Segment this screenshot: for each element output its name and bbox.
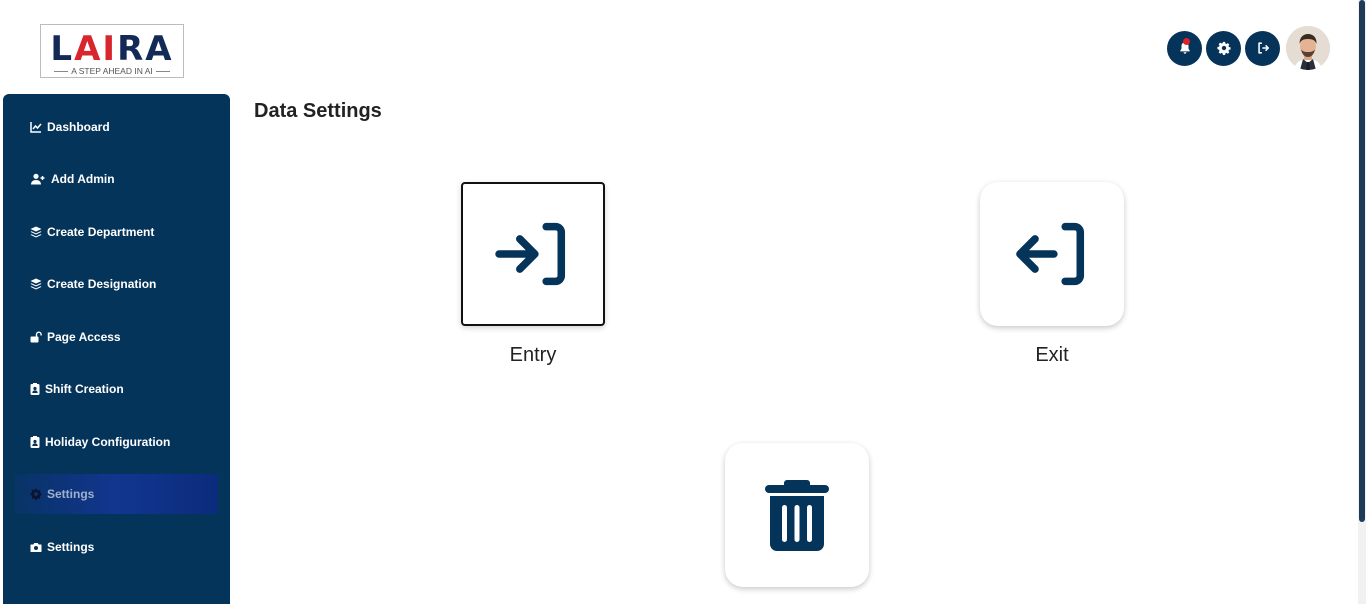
- logo-tagline: A STEP AHEAD IN AI: [41, 66, 183, 77]
- delete-tile-button[interactable]: [725, 443, 869, 587]
- page: LAIRA A STEP AHEAD IN AI Dashboard Add A…: [0, 0, 1366, 604]
- logout-button[interactable]: [1245, 30, 1280, 66]
- sidebar-item-dashboard[interactable]: Dashboard: [15, 107, 218, 147]
- sidebar-item-create-department[interactable]: Create Department: [15, 212, 218, 252]
- settings-button[interactable]: [1206, 30, 1241, 66]
- gear-icon: [30, 488, 42, 500]
- logout-icon: [1257, 42, 1269, 54]
- sidebar-item-label: Settings: [47, 487, 95, 501]
- sidebar-item-label: Page Access: [47, 330, 121, 344]
- sidebar-item-page-access[interactable]: Page Access: [15, 317, 218, 357]
- page-title: Data Settings: [254, 100, 382, 122]
- entry-label: Entry: [509, 344, 557, 366]
- chart-line-icon: [30, 122, 42, 133]
- user-plus-icon: [31, 173, 45, 185]
- sidebar-item-add-admin[interactable]: Add Admin: [15, 159, 218, 199]
- id-badge-icon: [30, 436, 40, 448]
- id-badge-icon: [30, 383, 40, 395]
- page-scrollbar[interactable]: [1358, 0, 1366, 604]
- notifications-button[interactable]: [1167, 30, 1202, 66]
- header-actions: [1167, 26, 1330, 70]
- sidebar-item-settings[interactable]: Settings: [15, 527, 218, 567]
- sidebar-item-label: Add Admin: [51, 172, 115, 186]
- exit-tile-button[interactable]: [980, 182, 1124, 326]
- avatar[interactable]: [1286, 26, 1330, 70]
- sidebar-item-label: Dashboard: [47, 120, 110, 134]
- sidebar-item-shift-creation[interactable]: Shift Creation: [15, 369, 218, 409]
- sidebar-item-label: Create Department: [47, 225, 155, 239]
- sign-out-icon: [1016, 222, 1085, 286]
- entry-tile-button[interactable]: [461, 182, 605, 326]
- sidebar: Dashboard Add Admin Create Department Cr…: [3, 94, 230, 604]
- sign-in-icon: [495, 222, 566, 286]
- gear-icon: [1216, 41, 1231, 55]
- sidebar-item-settings-active[interactable]: Settings: [15, 474, 218, 514]
- exit-label: Exit: [1035, 344, 1069, 366]
- sidebar-item-create-designation[interactable]: Create Designation: [15, 264, 218, 304]
- layers-icon: [30, 278, 42, 290]
- logo-wordmark: LAIRA: [50, 29, 174, 69]
- camera-icon: [30, 543, 42, 552]
- user-photo-icon: [1286, 26, 1330, 70]
- sidebar-item-label: Create Designation: [47, 277, 157, 291]
- brand-logo[interactable]: LAIRA A STEP AHEAD IN AI: [40, 24, 184, 78]
- unlock-icon: [30, 331, 42, 343]
- sidebar-item-label: Shift Creation: [45, 382, 124, 396]
- trash-icon: [765, 480, 829, 551]
- sidebar-item-label: Holiday Configuration: [45, 435, 171, 449]
- notification-dot: [1183, 37, 1190, 45]
- sidebar-item-holiday-configuration[interactable]: Holiday Configuration: [15, 422, 218, 462]
- layers-icon: [30, 226, 42, 238]
- sidebar-item-label: Settings: [47, 540, 95, 554]
- scrollbar-thumb[interactable]: [1359, 0, 1365, 522]
